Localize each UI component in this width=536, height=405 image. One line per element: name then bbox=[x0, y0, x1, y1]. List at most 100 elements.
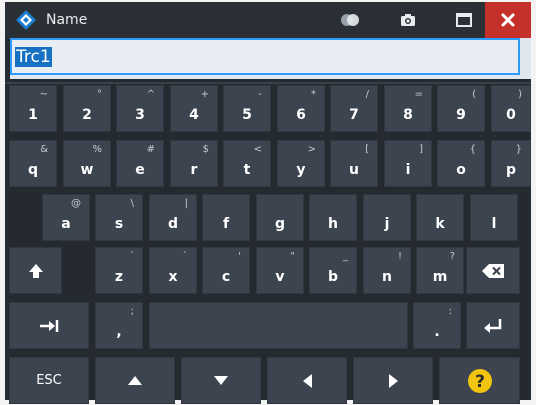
arrow-right-key[interactable] bbox=[353, 357, 433, 404]
key-row3-0[interactable]: @ a bbox=[42, 194, 90, 241]
key-main-label: 9 bbox=[456, 107, 466, 123]
key-row3-5[interactable]: h bbox=[309, 194, 357, 241]
key-shift-label: ' bbox=[238, 251, 241, 262]
key-main-label: m bbox=[432, 269, 448, 285]
key-shift-label: ) bbox=[518, 89, 522, 100]
key-row2-8[interactable]: {o bbox=[437, 140, 485, 187]
key-row1-5[interactable]: * 6 bbox=[277, 85, 325, 132]
shift-arrow-icon bbox=[10, 248, 61, 293]
key-shift-label: | bbox=[184, 198, 188, 209]
arrow-down-key[interactable] bbox=[181, 357, 261, 404]
key-main-label: r bbox=[190, 162, 198, 178]
key-row2-6[interactable]: [u bbox=[330, 140, 378, 187]
arrow-up-key[interactable] bbox=[95, 357, 175, 404]
key-main-label: 4 bbox=[189, 107, 199, 123]
key-row3-3[interactable]: f bbox=[202, 194, 250, 241]
key-row4-5[interactable]: ! n bbox=[363, 247, 411, 294]
key-row2-9[interactable]: } p bbox=[491, 140, 531, 187]
key-shift-label: = bbox=[414, 89, 423, 100]
key-row1-9[interactable]: ) 0 bbox=[491, 85, 531, 132]
key-shift-label: ^ bbox=[146, 89, 155, 100]
key-main-label: h bbox=[328, 216, 338, 232]
key-shift-label: [ bbox=[365, 144, 369, 155]
arrow-left-key[interactable] bbox=[267, 357, 347, 404]
key-main-label: 6 bbox=[296, 107, 306, 123]
key-row1-1[interactable]: ° 2 bbox=[63, 85, 111, 132]
key-row4-0[interactable]: ´ z bbox=[95, 247, 143, 294]
key-main-label: s bbox=[114, 216, 124, 232]
key-row3-6[interactable]: j bbox=[363, 194, 411, 241]
key-row1-7[interactable]: = 8 bbox=[384, 85, 432, 132]
key-main-label: , bbox=[116, 324, 122, 340]
comma-key[interactable]: ; , bbox=[95, 302, 143, 349]
key-row2-1[interactable]: % w bbox=[63, 140, 111, 187]
key-shift-label: : bbox=[448, 306, 452, 317]
shift-key[interactable] bbox=[9, 247, 62, 294]
key-main-label: t bbox=[243, 162, 251, 178]
key-row2-5[interactable]: > y bbox=[277, 140, 325, 187]
app-logo-icon bbox=[15, 9, 37, 31]
key-main-label: 7 bbox=[349, 107, 359, 123]
key-row2-0[interactable]: & q bbox=[9, 140, 57, 187]
key-main-label: n bbox=[382, 269, 392, 285]
key-row3-7[interactable]: k bbox=[416, 194, 464, 241]
maximize-icon[interactable] bbox=[449, 2, 479, 38]
esc-key[interactable]: ESC bbox=[9, 357, 89, 404]
key-main-label: o bbox=[456, 162, 466, 178]
key-shift-label: $ bbox=[202, 144, 209, 155]
key-main-label: v bbox=[275, 269, 285, 285]
key-main-label: u bbox=[349, 162, 359, 178]
svg-text:?: ? bbox=[475, 372, 485, 392]
transparency-toggle-icon[interactable] bbox=[335, 2, 365, 38]
key-shift-label: ~ bbox=[39, 89, 48, 100]
key-main-label: p bbox=[505, 162, 517, 178]
key-row3-2[interactable]: | d bbox=[149, 194, 197, 241]
key-shift-label: ! bbox=[397, 251, 402, 262]
key-main-label: q bbox=[27, 162, 39, 178]
key-main-label: . bbox=[434, 324, 440, 340]
period-key[interactable]: : . bbox=[413, 302, 461, 349]
key-row1-8[interactable]: (9 bbox=[437, 85, 485, 132]
help-key[interactable]: ? bbox=[439, 357, 520, 404]
backspace-key[interactable] bbox=[466, 247, 520, 294]
key-shift-label: " bbox=[290, 251, 295, 262]
key-row1-0[interactable]: ~1 bbox=[9, 85, 57, 132]
arrow-left-icon bbox=[268, 358, 346, 403]
divider bbox=[5, 82, 531, 84]
key-main-label: z bbox=[114, 269, 124, 285]
key-row1-6[interactable]: /7 bbox=[330, 85, 378, 132]
key-row4-2[interactable]: ' c bbox=[202, 247, 250, 294]
key-shift-label: + bbox=[200, 89, 209, 100]
key-row3-4[interactable]: g bbox=[256, 194, 304, 241]
key-row2-4[interactable]: < t bbox=[223, 140, 271, 187]
key-row1-2[interactable]: ^ 3 bbox=[116, 85, 164, 132]
name-input[interactable]: Trc1 bbox=[10, 38, 520, 75]
key-main-label: y bbox=[296, 162, 306, 178]
key-main-label: 3 bbox=[135, 107, 145, 123]
key-row2-2[interactable]: # e bbox=[116, 140, 164, 187]
enter-key[interactable] bbox=[466, 302, 520, 349]
key-row4-4[interactable]: _ b bbox=[309, 247, 357, 294]
key-row4-6[interactable]: ? m bbox=[416, 247, 464, 294]
key-row2-3[interactable]: $ r bbox=[170, 140, 218, 187]
key-main-label: 0 bbox=[506, 107, 516, 123]
key-row3-1[interactable]: \ s bbox=[95, 194, 143, 241]
key-shift-label: { bbox=[469, 144, 476, 155]
key-shift-label: > bbox=[307, 144, 316, 155]
space-key[interactable] bbox=[149, 302, 408, 349]
close-button[interactable] bbox=[485, 2, 531, 38]
key-row1-3[interactable]: +4 bbox=[170, 85, 218, 132]
tab-arrow-icon bbox=[10, 303, 88, 348]
help-icon: ? bbox=[440, 358, 519, 403]
key-shift-label: ° bbox=[97, 89, 102, 100]
key-row4-3[interactable]: " v bbox=[256, 247, 304, 294]
key-main-label: l bbox=[491, 216, 497, 232]
key-row1-4[interactable]: -5 bbox=[223, 85, 271, 132]
key-row3-8[interactable]: l bbox=[470, 194, 518, 241]
key-shift-label: \ bbox=[130, 198, 134, 209]
key-row2-7[interactable]: ] i bbox=[384, 140, 432, 187]
key-row4-1[interactable]: ` x bbox=[149, 247, 197, 294]
key-shift-label: _ bbox=[343, 251, 348, 262]
screenshot-camera-icon[interactable] bbox=[393, 2, 423, 38]
tab-key[interactable] bbox=[9, 302, 89, 349]
